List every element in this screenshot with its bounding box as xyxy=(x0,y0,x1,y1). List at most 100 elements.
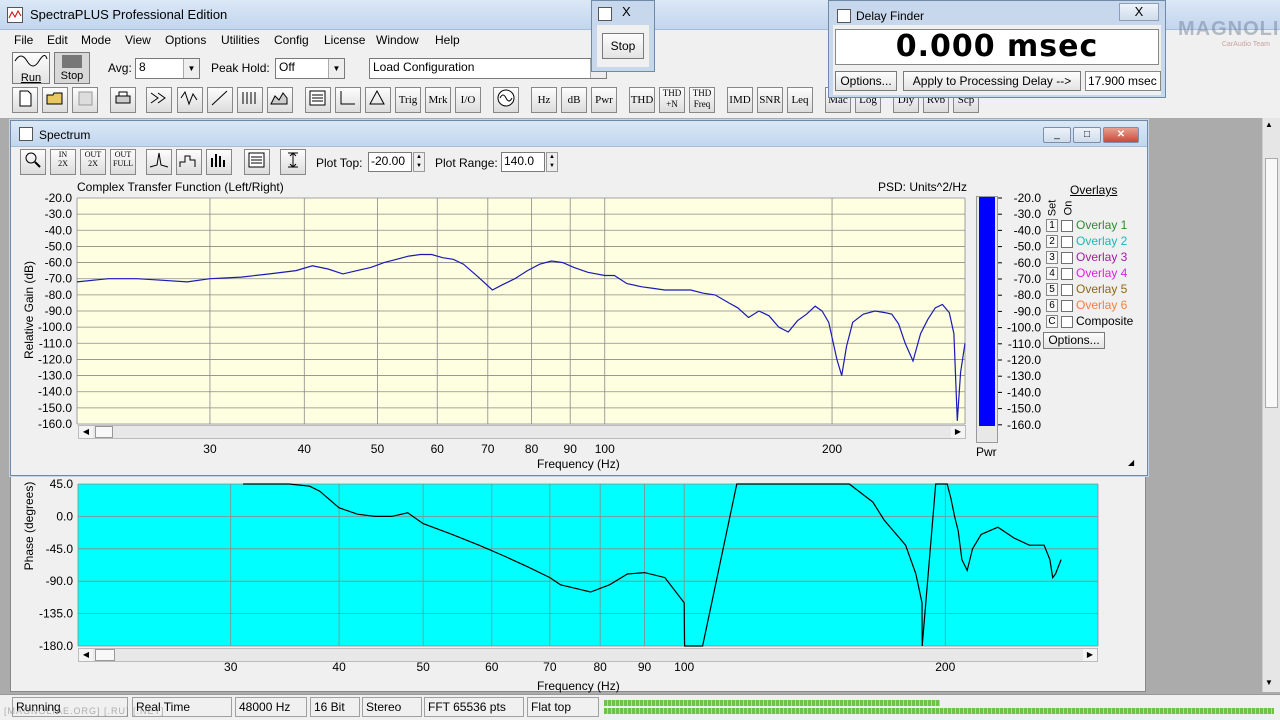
delay-value-field[interactable]: 17.900 msec xyxy=(1085,71,1161,91)
scroll-thumb[interactable] xyxy=(95,649,115,661)
zoom-out-full-button[interactable]: OUT FULL xyxy=(110,149,136,175)
plot-range-input[interactable]: 140.0 xyxy=(501,152,545,172)
overlay-set-button[interactable]: 2 xyxy=(1046,235,1058,249)
overlay-set-button[interactable]: 1 xyxy=(1046,219,1058,233)
overlay-checkbox[interactable] xyxy=(1061,283,1073,296)
main-vscroll[interactable]: ▲ ▼ xyxy=(1262,118,1280,692)
zoom-button[interactable] xyxy=(20,149,46,175)
overlay-set-button[interactable]: 4 xyxy=(1046,267,1058,281)
stop-button[interactable]: Stop xyxy=(54,52,90,84)
scroll-down-icon[interactable]: ▼ xyxy=(1265,678,1273,687)
overlay-set-button[interactable]: C xyxy=(1046,315,1058,329)
scroll-right-icon[interactable]: ▶ xyxy=(951,426,965,438)
delay-options-button[interactable]: Options... xyxy=(835,71,897,91)
plot-top-spinner[interactable]: ▲ ▼ xyxy=(413,152,425,172)
overlay-checkbox[interactable] xyxy=(1061,251,1073,264)
maximize-button[interactable]: □ xyxy=(1073,127,1101,143)
hz-button[interactable]: Hz xyxy=(531,87,557,113)
fast-forward-button[interactable] xyxy=(146,87,172,113)
waveform-button[interactable] xyxy=(177,87,203,113)
scroll-up-icon[interactable]: ▲ xyxy=(1265,120,1273,129)
zoom-in-2x-button[interactable]: IN 2X xyxy=(50,149,76,175)
apply-delay-button[interactable]: Apply to Processing Delay --> xyxy=(903,71,1081,91)
autoscale-button[interactable] xyxy=(280,149,306,175)
scroll-right-icon[interactable]: ▶ xyxy=(1083,649,1097,661)
scroll-thumb[interactable] xyxy=(1265,158,1278,408)
zoom-out-2x-button[interactable]: OUT 2X xyxy=(80,149,106,175)
new-file-button[interactable] xyxy=(12,87,38,113)
menu-edit[interactable]: Edit xyxy=(41,30,74,50)
overlay-set-button[interactable]: 5 xyxy=(1046,283,1058,297)
minimize-button[interactable]: _ xyxy=(1043,127,1071,143)
thd-button[interactable]: THD xyxy=(629,87,655,113)
phase-hscroll[interactable]: ◀ ▶ xyxy=(78,648,1098,662)
stop-square-icon xyxy=(62,55,82,68)
scroll-left-icon[interactable]: ◀ xyxy=(79,649,93,661)
axis-button[interactable] xyxy=(335,87,361,113)
io-button[interactable]: I/O xyxy=(455,87,481,113)
save-button[interactable] xyxy=(72,87,98,113)
thd-n-button[interactable]: THD +N xyxy=(659,87,685,113)
stop-dialog-button[interactable]: Stop xyxy=(602,33,644,59)
step-plot-button[interactable] xyxy=(176,149,202,175)
overlay-set-button[interactable]: 3 xyxy=(1046,251,1058,265)
menu-options[interactable]: Options xyxy=(159,30,212,50)
overlay-checkbox[interactable] xyxy=(1061,299,1073,312)
menu-utilities[interactable]: Utilities xyxy=(215,30,266,50)
stop-dialog-close[interactable]: X xyxy=(622,4,631,19)
scroll-thumb[interactable] xyxy=(95,426,113,438)
overlay-row-5[interactable]: 5 Overlay 5 xyxy=(1046,282,1127,298)
snr-button[interactable]: SNR xyxy=(757,87,783,113)
overlay-checkbox[interactable] xyxy=(1061,219,1073,232)
calibration-button[interactable] xyxy=(365,87,391,113)
power-meter-scale: -20.0 -30.0 -40.0 -50.0 -60.0 -70.0 -80.0 -90.0… xyxy=(998,191,1041,432)
plot-range-spinner[interactable]: ▲ ▼ xyxy=(546,152,558,172)
menu-window[interactable]: Window xyxy=(370,30,425,50)
overlay-row-6[interactable]: 6 Overlay 6 xyxy=(1046,298,1127,314)
overlay-checkbox[interactable] xyxy=(1061,315,1073,328)
resize-grip-icon[interactable]: ◢ xyxy=(1128,458,1138,468)
delay-finder-close[interactable]: X xyxy=(1119,3,1159,21)
plot-top-input[interactable]: -20.00 xyxy=(368,152,412,172)
overlay-row-composite[interactable]: C Composite xyxy=(1046,314,1133,330)
thd-freq-button[interactable]: THD Freq xyxy=(689,87,715,113)
trig-button[interactable]: Trig xyxy=(395,87,421,113)
print-button[interactable] xyxy=(110,87,136,113)
leq-button[interactable]: Leq xyxy=(787,87,813,113)
menu-file[interactable]: File xyxy=(8,30,39,50)
overlay-checkbox[interactable] xyxy=(1061,235,1073,248)
menu-view[interactable]: View xyxy=(119,30,157,50)
overlay-checkbox[interactable] xyxy=(1061,267,1073,280)
3d-surface-button[interactable] xyxy=(267,87,293,113)
avg-select[interactable]: 8 ▼ xyxy=(135,58,200,79)
close-button[interactable]: ✕ xyxy=(1103,127,1139,143)
peak-hold-select[interactable]: Off ▼ xyxy=(275,58,345,79)
scroll-left-icon[interactable]: ◀ xyxy=(79,426,93,438)
spectrum-button[interactable] xyxy=(207,87,233,113)
overlay-row-1[interactable]: 1 Overlay 1 xyxy=(1046,218,1127,234)
overlay-row-4[interactable]: 4 Overlay 4 xyxy=(1046,266,1127,282)
view-settings-button[interactable] xyxy=(305,87,331,113)
plot-settings-button[interactable] xyxy=(244,149,270,175)
config-select[interactable]: Load Configuration▼ xyxy=(369,58,607,79)
menu-config[interactable]: Config xyxy=(268,30,315,50)
db-button[interactable]: dB xyxy=(561,87,587,113)
spectrogram-button[interactable] xyxy=(237,87,263,113)
open-file-button[interactable] xyxy=(42,87,68,113)
signal-generator-button[interactable] xyxy=(493,87,519,113)
vertical-scale-icon xyxy=(288,152,298,168)
imd-button[interactable]: IMD xyxy=(727,87,753,113)
mrk-button[interactable]: Mrk xyxy=(425,87,451,113)
menu-mode[interactable]: Mode xyxy=(75,30,117,50)
line-plot-button[interactable] xyxy=(146,149,172,175)
run-button[interactable]: Run xyxy=(12,52,50,84)
overlay-set-button[interactable]: 6 xyxy=(1046,299,1058,313)
overlay-row-3[interactable]: 3 Overlay 3 xyxy=(1046,250,1127,266)
overlay-options-button[interactable]: Options... xyxy=(1043,332,1105,349)
menu-license[interactable]: License xyxy=(318,30,371,50)
pwr-button[interactable]: Pwr xyxy=(591,87,617,113)
overlay-row-2[interactable]: 2 Overlay 2 xyxy=(1046,234,1127,250)
bar-plot-button[interactable] xyxy=(206,149,232,175)
spectrum-hscroll[interactable]: ◀ ▶ xyxy=(78,425,966,439)
menu-help[interactable]: Help xyxy=(429,30,466,50)
